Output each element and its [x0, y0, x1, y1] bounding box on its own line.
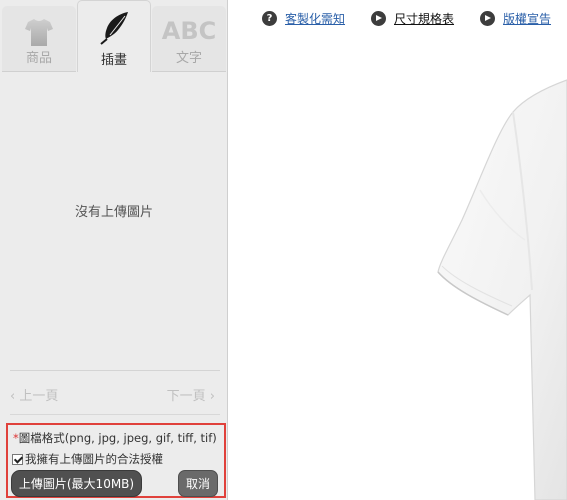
size-chart-link[interactable]: 尺寸規格表 [371, 10, 454, 27]
question-icon: ? [262, 11, 277, 26]
tab-illustration[interactable]: 插畫 [77, 0, 151, 72]
upload-image-button[interactable]: 上傳圖片(最大10MB) [11, 470, 142, 497]
rights-checkbox[interactable] [12, 453, 23, 465]
tab-products-label: 商品 [25, 51, 52, 66]
size-chart-label[interactable]: 尺寸規格表 [394, 10, 454, 27]
customization-notice-label[interactable]: 客製化需知 [285, 10, 345, 27]
feather-icon [100, 12, 128, 45]
tab-illustration-label: 插畫 [100, 53, 127, 68]
rights-label: 我擁有上傳圖片的合法授權 [25, 452, 163, 466]
tab-products[interactable]: 商品 [2, 6, 76, 72]
upload-box: *圖檔格式(png, jpg, jpeg, gif, tiff, tif) 我擁… [6, 423, 226, 498]
tshirt-image [437, 79, 567, 500]
formats-note: *圖檔格式(png, jpg, jpeg, gif, tiff, tif) [13, 430, 217, 446]
prev-page-button[interactable]: ‹ 上一頁 [10, 385, 58, 404]
design-tabs: 商品 插畫 ABC 文字 [0, 0, 228, 72]
abc-icon: ABC [161, 17, 217, 45]
tab-text[interactable]: ABC 文字 [152, 6, 226, 72]
customization-notice-link[interactable]: ? 客製化需知 [262, 10, 345, 27]
copyright-link[interactable]: 版權宣告 [480, 10, 551, 27]
divider [10, 370, 220, 371]
play-icon [371, 11, 386, 26]
copyright-label[interactable]: 版權宣告 [503, 10, 551, 27]
tab-text-label: 文字 [175, 51, 202, 66]
shirt-icon [25, 19, 53, 46]
empty-message: 沒有上傳圖片 [74, 205, 153, 220]
rights-row[interactable]: 我擁有上傳圖片的合法授權 [12, 451, 163, 467]
design-panel: 商品 插畫 ABC 文字 沒有上傳圖片 ‹ 上一頁 下一頁 › *圖檔格式(pn… [0, 0, 228, 500]
divider [10, 414, 220, 415]
cancel-button[interactable]: 取消 [178, 470, 218, 497]
next-page-button[interactable]: 下一頁 › [167, 385, 215, 404]
formats-text: 圖檔格式(png, jpg, jpeg, gif, tiff, tif) [18, 431, 217, 445]
play-icon [480, 11, 495, 26]
tshirt-preview[interactable] [230, 40, 567, 500]
